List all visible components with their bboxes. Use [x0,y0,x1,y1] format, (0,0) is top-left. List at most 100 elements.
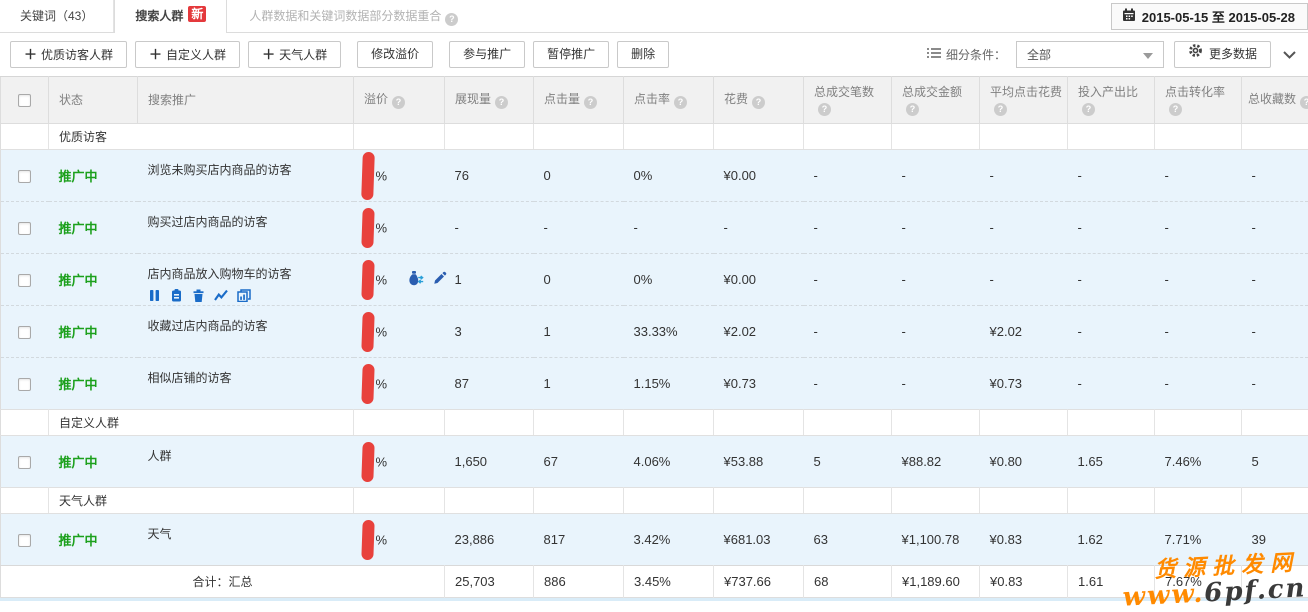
cell-click-conversion-rate: 7.46% [1155,436,1242,488]
redacted-scribble [361,519,374,559]
table-row: 推广中天气%23,8868173.42%¥681.0363¥1,100.78¥0… [1,514,1308,566]
cell-total-favorites: - [1242,358,1308,410]
pause-icon[interactable] [148,289,161,302]
money-bag-icon[interactable] [407,270,425,289]
premium-cell: % [354,514,445,566]
cell-avg-click-cost: ¥0.83 [980,514,1068,566]
cell-total-order-amount: - [892,358,980,410]
cell-total-orders: - [804,254,892,306]
clipboard-icon[interactable] [170,289,183,302]
cell-cost: ¥681.03 [714,514,804,566]
more-data-button[interactable]: 更多数据 [1174,41,1271,68]
help-icon[interactable] [392,96,405,109]
cell-ctr: - [624,202,714,254]
total-ctr: 3.45% [624,566,714,598]
add-custom-audience-button[interactable]: ＋自定义人群 [135,41,240,68]
group-label: 自定义人群 [49,410,354,436]
row-checkbox[interactable] [18,222,31,235]
premium-cell: % [354,254,445,306]
row-checkbox[interactable] [18,378,31,391]
filter-select-value: 全部 [1027,46,1051,63]
help-icon[interactable] [994,103,1007,116]
row-checkbox[interactable] [18,534,31,547]
row-checkbox[interactable] [18,456,31,469]
report-icon[interactable] [237,289,251,302]
pause-promotion-button[interactable]: 暂停推广 [533,41,609,68]
delete-button[interactable]: 删除 [617,41,669,68]
help-icon[interactable] [906,103,919,116]
column-header-3: 溢价 [354,77,445,124]
help-icon[interactable] [445,13,458,26]
cell-impressions: 23,886 [445,514,534,566]
tab-search-audience-label: 搜索人群 [135,9,183,23]
cell-clicks: 817 [534,514,624,566]
cell-avg-click-cost: ¥2.02 [980,306,1068,358]
cell-ctr: 0% [624,254,714,306]
cell-total-favorites: 39 [1242,514,1308,566]
help-icon[interactable] [674,96,687,109]
audience-name-cell: 天气 [138,514,354,566]
header-select-all [1,77,49,124]
cell-clicks: 67 [534,436,624,488]
total-clicks: 886 [534,566,624,598]
audience-table-wrap: 状态搜索推广溢价展现量点击量点击率花费总成交笔数总成交金额平均点击花费投入产出比… [0,76,1308,601]
cell-total-favorites: 5 [1242,436,1308,488]
table-row: 推广中购买过店内商品的访客%---------- [1,202,1308,254]
total-total-orders: 68 [804,566,892,598]
status-cell: 推广中 [49,254,138,306]
audience-name: 购买过店内商品的访客 [148,213,354,230]
total-total-favorites [1242,566,1308,598]
chevron-down-icon[interactable] [1281,49,1298,61]
status-cell: 推广中 [49,436,138,488]
column-header-total-favorites: 总收藏数 [1242,77,1308,124]
bottom-strip [0,598,1308,601]
group-row: 天气人群 [1,488,1308,514]
cell-impressions: 3 [445,306,534,358]
cell-ctr: 33.33% [624,306,714,358]
cell-total-favorites: - [1242,202,1308,254]
help-icon[interactable] [818,103,831,116]
row-checkbox[interactable] [18,274,31,287]
table-row: 推广中人群%1,650674.06%¥53.885¥88.82¥0.801.65… [1,436,1308,488]
column-header-roi: 投入产出比 [1068,77,1155,124]
help-icon[interactable] [495,96,508,109]
tab-keywords[interactable]: 关键词（43） [0,0,114,32]
cell-total-orders: - [804,306,892,358]
help-icon[interactable] [1300,96,1308,109]
help-icon[interactable] [752,96,765,109]
redacted-scribble [361,311,374,351]
tab-note-text: 人群数据和关键词数据部分数据重合 [249,9,441,23]
cell-cost: - [714,202,804,254]
cell-click-conversion-rate: 7.71% [1155,514,1242,566]
cell-impressions: 76 [445,150,534,202]
cell-total-favorites: - [1242,306,1308,358]
row-checkbox[interactable] [18,326,31,339]
add-quality-visitor-audience-button[interactable]: ＋优质访客人群 [10,41,127,68]
table-row: 推广中相似店铺的访客%8711.15%¥0.73--¥0.73--- [1,358,1308,410]
help-icon[interactable] [1169,103,1182,116]
audience-name-cell: 人群 [138,436,354,488]
column-header-impressions: 展现量 [445,77,534,124]
add-weather-audience-button[interactable]: ＋天气人群 [248,41,341,68]
status-cell: 推广中 [49,514,138,566]
status-cell: 推广中 [49,306,138,358]
search-audience-page: 关键词（43） 搜索人群新 人群数据和关键词数据部分数据重合 2015-05-1… [0,0,1308,612]
help-icon[interactable] [584,96,597,109]
select-all-checkbox[interactable] [18,94,31,107]
help-icon[interactable] [1082,103,1095,116]
filter-select[interactable]: 全部 [1016,41,1164,68]
audience-name: 相似店铺的访客 [148,369,354,386]
trend-icon[interactable] [214,289,228,302]
modify-premium-button[interactable]: 修改溢价 [357,41,433,68]
join-promotion-button[interactable]: 参与推广 [449,41,525,68]
pencil-icon[interactable] [432,271,447,289]
cell-cost: ¥2.02 [714,306,804,358]
cell-impressions: 1,650 [445,436,534,488]
row-checkbox[interactable] [18,170,31,183]
premium-cell: % [354,358,445,410]
total-total-order-amount: ¥1,189.60 [892,566,980,598]
date-range-button[interactable]: 2015-05-15 至 2015-05-28 [1111,3,1308,30]
tab-search-audience[interactable]: 搜索人群新 [114,0,227,32]
trash-icon[interactable] [192,289,205,302]
cell-ctr: 3.42% [624,514,714,566]
